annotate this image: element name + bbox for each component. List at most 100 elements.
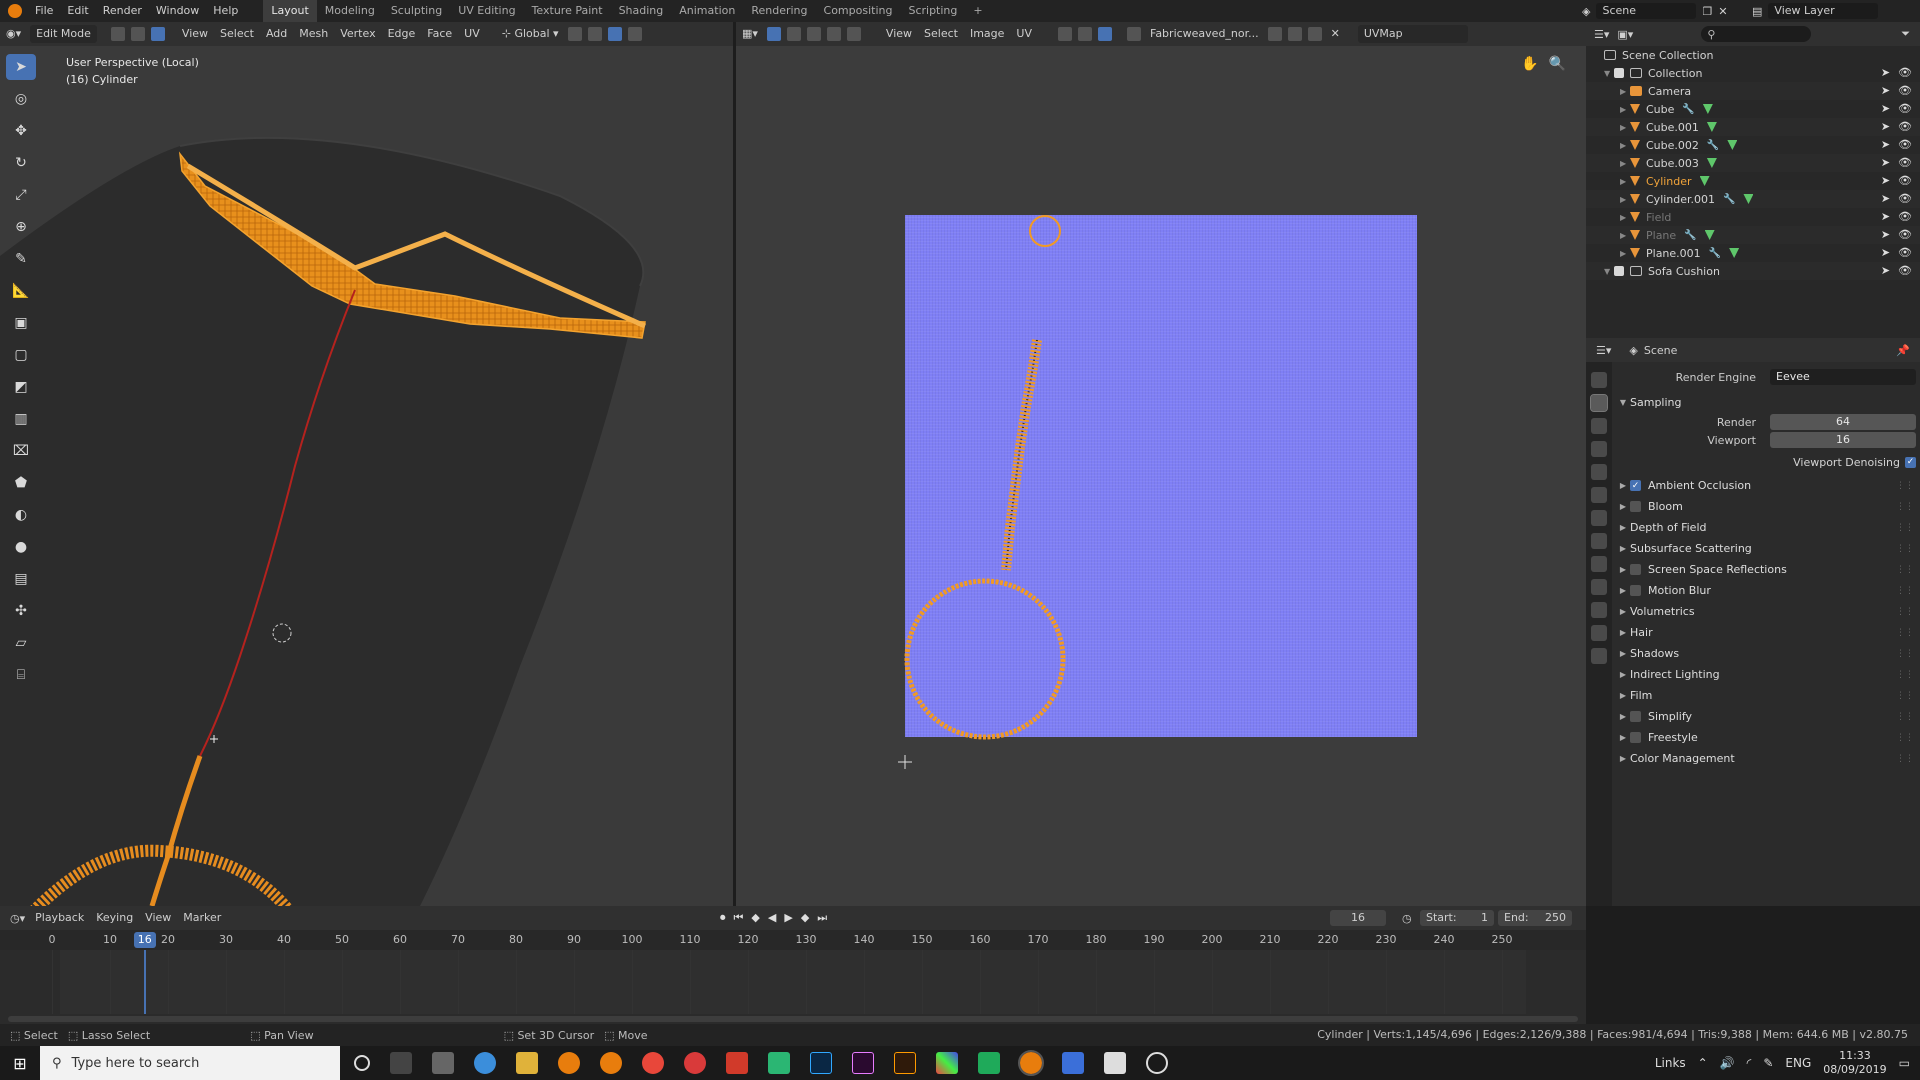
panel-screen-space-reflections[interactable]: ▶ Screen Space Reflections ⋮⋮ — [1616, 559, 1916, 580]
expand-arrow-icon[interactable]: ▼ — [1604, 267, 1614, 276]
selectable-arrow-icon[interactable]: ➤ — [1881, 120, 1890, 133]
line-app-icon[interactable] — [978, 1052, 1000, 1074]
vertex-select-icon[interactable] — [110, 27, 125, 41]
falloff-icon[interactable] — [627, 27, 642, 41]
illustrator-icon[interactable] — [894, 1052, 916, 1074]
app-blue-icon[interactable] — [1062, 1052, 1084, 1074]
drag-handle-icon[interactable]: ⋮⋮ — [1896, 565, 1914, 575]
timeline-menu-keying[interactable]: Keying — [90, 906, 139, 930]
expand-arrow-icon[interactable]: ▶ — [1620, 123, 1630, 132]
next-keyframe-icon[interactable]: ◆ — [801, 911, 809, 925]
eye-visibility-icon[interactable]: 👁 — [1898, 264, 1912, 277]
taskbar-search-input[interactable]: ⚲ Type here to search — [40, 1046, 340, 1080]
notifications-icon[interactable]: ▭ — [1899, 1056, 1910, 1070]
tool-tab-icon[interactable] — [1591, 372, 1607, 388]
select-box-tool-icon[interactable]: ➤ — [6, 54, 36, 80]
expand-arrow-icon[interactable]: ▼ — [1604, 69, 1614, 78]
current-frame-field[interactable]: 16 — [1330, 910, 1386, 926]
eye-visibility-icon[interactable]: 👁 — [1898, 120, 1912, 133]
panel-subsurface-scattering[interactable]: ▶ Subsurface Scattering ⋮⋮ — [1616, 538, 1916, 559]
task-view-icon[interactable] — [390, 1052, 412, 1074]
panel-indirect-lighting[interactable]: ▶ Indirect Lighting ⋮⋮ — [1616, 664, 1916, 685]
drag-handle-icon[interactable]: ⋮⋮ — [1896, 502, 1914, 512]
spin-tool-icon[interactable]: ◐ — [6, 502, 36, 528]
edge-select-icon[interactable] — [130, 27, 145, 41]
outliner[interactable]: ☰▾ ▣▾ ⚲ ⏷ Scene Collection ▼ Collection ➤ 👁… — [1586, 22, 1920, 338]
expand-arrow-icon[interactable]: ▶ — [1620, 159, 1630, 168]
edge-slide-tool-icon[interactable]: ▤ — [6, 566, 36, 592]
view-layer-tab-icon[interactable] — [1591, 441, 1607, 457]
uv-editor[interactable]: ▦▾ View Select Image UV Fabricweaved_nor...… — [736, 22, 1586, 906]
data-tab-icon[interactable] — [1591, 625, 1607, 641]
viewport-menu-vertex[interactable]: Vertex — [334, 22, 381, 46]
output-tab-icon[interactable] — [1591, 418, 1607, 434]
workspace-tab-scripting[interactable]: Scripting — [900, 0, 965, 22]
app-orange-icon[interactable] — [726, 1052, 748, 1074]
particles-tab-icon[interactable] — [1591, 556, 1607, 572]
viewport-menu-view[interactable]: View — [176, 22, 214, 46]
viewport-menu-add[interactable]: Add — [260, 22, 293, 46]
workspace-tab-modeling[interactable]: Modeling — [317, 0, 383, 22]
drag-handle-icon[interactable]: ⋮⋮ — [1896, 481, 1914, 491]
keyframe-area[interactable] — [52, 950, 1526, 1014]
expand-arrow-icon[interactable]: ▶ — [1620, 195, 1630, 204]
outliner-item-cube[interactable]: ▶ Cube 🔧 ➤ 👁 — [1586, 100, 1920, 118]
workspace-tab-texture-paint[interactable]: Texture Paint — [524, 0, 611, 22]
jump-start-icon[interactable]: ⏮ — [734, 911, 744, 925]
object-tab-icon[interactable] — [1591, 510, 1607, 526]
collection-checkbox[interactable] — [1614, 266, 1624, 276]
outliner-item-field[interactable]: ▶ Field ➤ 👁 — [1586, 208, 1920, 226]
timeline-scrollbar[interactable] — [8, 1016, 1578, 1022]
blender-app-icon[interactable] — [558, 1052, 580, 1074]
drag-handle-icon[interactable]: ⋮⋮ — [1896, 754, 1914, 764]
rotate-tool-icon[interactable]: ↻ — [6, 150, 36, 176]
loop-cut-tool-icon[interactable]: ▥ — [6, 406, 36, 432]
shear-tool-icon[interactable]: ▱ — [6, 630, 36, 656]
selectable-arrow-icon[interactable]: ➤ — [1881, 264, 1890, 277]
start-frame-field[interactable]: Start: 1 — [1420, 910, 1494, 926]
menu-window[interactable]: Window — [149, 0, 206, 22]
workspace-tab-uv-editing[interactable]: UV Editing — [450, 0, 523, 22]
poly-build-tool-icon[interactable]: ⬟ — [6, 470, 36, 496]
outliner-item-cube-002[interactable]: ▶ Cube.002 🔧 ➤ 👁 — [1586, 136, 1920, 154]
expand-arrow-icon[interactable]: ▶ — [1620, 105, 1630, 114]
sampling-panel-header[interactable]: ▼ Sampling — [1616, 392, 1916, 413]
outliner-item-cylinder[interactable]: ▶ Cylinder ➤ 👁 — [1586, 172, 1920, 190]
scene-collection-row[interactable]: Scene Collection — [1586, 46, 1920, 64]
panel-simplify[interactable]: ▶ Simplify ⋮⋮ — [1616, 706, 1916, 727]
scene-name[interactable]: Scene — [1596, 3, 1697, 19]
selectable-arrow-icon[interactable]: ➤ — [1881, 192, 1890, 205]
selectable-arrow-icon[interactable]: ➤ — [1881, 138, 1890, 151]
outliner-item-camera[interactable]: ▶ Camera ➤ 👁 — [1586, 82, 1920, 100]
knife-tool-icon[interactable]: ⌧ — [6, 438, 36, 464]
cursor-tool-icon[interactable]: ◎ — [6, 86, 36, 112]
file-explorer-icon[interactable] — [516, 1052, 538, 1074]
outliner-search-input[interactable]: ⚲ — [1701, 26, 1812, 42]
app-red-icon[interactable] — [684, 1052, 706, 1074]
simplify-checkbox[interactable] — [1630, 711, 1641, 722]
drag-handle-icon[interactable]: ⋮⋮ — [1896, 691, 1914, 701]
rip-tool-icon[interactable]: ⌸ — [6, 662, 36, 688]
face-select-icon[interactable] — [150, 27, 165, 41]
workspace-tab-compositing[interactable]: Compositing — [816, 0, 901, 22]
drag-handle-icon[interactable]: ⋮⋮ — [1896, 544, 1914, 554]
viewport-denoising-checkbox[interactable]: ✓ — [1905, 456, 1916, 468]
photos-icon[interactable] — [1104, 1052, 1126, 1074]
timeline-menu-view[interactable]: View — [139, 906, 177, 930]
scene-tab-icon[interactable] — [1591, 464, 1607, 480]
outliner-item-collection[interactable]: ▼ Collection ➤ 👁 — [1586, 64, 1920, 82]
menu-edit[interactable]: Edit — [60, 0, 95, 22]
scene-selector[interactable]: ◈ Scene ❐ ✕ — [1582, 0, 1728, 22]
physics-tab-icon[interactable] — [1591, 579, 1607, 595]
workspace-tab-animation[interactable]: Animation — [671, 0, 743, 22]
view-layer-name[interactable]: View Layer — [1768, 3, 1879, 19]
render-samples-field[interactable]: 64 — [1770, 414, 1916, 430]
eye-visibility-icon[interactable]: 👁 — [1898, 174, 1912, 187]
panel-color-management[interactable]: ▶ Color Management ⋮⋮ — [1616, 748, 1916, 769]
selectable-arrow-icon[interactable]: ➤ — [1881, 66, 1890, 79]
windows-start-icon[interactable]: ⊞ — [0, 1046, 40, 1080]
filter-icon[interactable]: ⏷ — [1901, 27, 1910, 41]
drag-handle-icon[interactable]: ⋮⋮ — [1896, 628, 1914, 638]
display-mode-icon[interactable]: ▣▾ — [1617, 28, 1633, 41]
workspace-tab-sculpting[interactable]: Sculpting — [383, 0, 450, 22]
